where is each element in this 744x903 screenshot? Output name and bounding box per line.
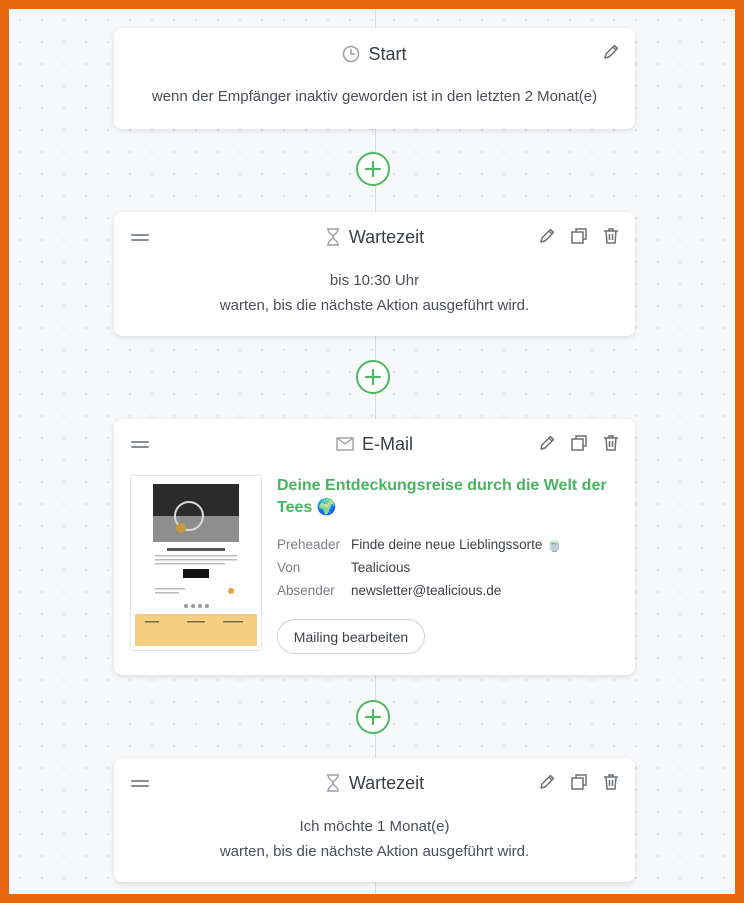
preheader-label: Preheader xyxy=(277,537,341,552)
wait-card-2-note: warten, bis die nächste Aktion ausgeführ… xyxy=(219,843,530,860)
wait-card-1[interactable]: Wartezeit bis 10:30 Uhr warten, bis die … xyxy=(114,212,635,336)
plus-icon xyxy=(364,708,382,726)
wait-card-1-actions xyxy=(537,226,621,246)
wait-card-1-title: Wartezeit xyxy=(348,226,425,247)
start-title: Start xyxy=(368,43,407,64)
start-actions xyxy=(601,42,621,62)
hourglass-icon xyxy=(325,774,341,792)
sender-row: Absender newsletter@tealicious.de xyxy=(277,583,501,598)
wait-card-2-actions xyxy=(537,772,621,792)
start-description: wenn der Empfänger inaktiv geworden ist … xyxy=(151,88,598,105)
wait-card-2-duration: Ich möchte 1 Monat(e) xyxy=(299,818,450,835)
workflow-canvas: Start wenn der Empfänger inaktiv geworde… xyxy=(0,0,744,903)
trash-icon[interactable] xyxy=(601,226,621,246)
email-subject: Deine Entdeckungsreise durch die Welt de… xyxy=(277,477,607,516)
plus-icon xyxy=(364,368,382,386)
start-card[interactable]: Start wenn der Empfänger inaktiv geworde… xyxy=(114,28,635,129)
add-step-button[interactable] xyxy=(356,700,390,734)
preheader-value: Finde deine neue Lieblingssorte 🍵 xyxy=(351,537,563,552)
edit-mailing-button[interactable]: Mailing bearbeiten xyxy=(277,619,425,654)
pencil-icon[interactable] xyxy=(537,433,557,453)
from-label: Von xyxy=(277,560,301,575)
email-card-actions xyxy=(537,433,621,453)
mail-icon xyxy=(336,437,354,451)
preheader-row: Preheader Finde deine neue Lieblingssorte… xyxy=(277,537,563,553)
sender-value: newsletter@tealicious.de xyxy=(351,583,502,598)
pencil-icon[interactable] xyxy=(601,42,621,62)
email-card-title: E-Mail xyxy=(361,433,413,454)
add-step-button[interactable] xyxy=(356,360,390,394)
duplicate-icon[interactable] xyxy=(569,226,589,246)
trash-icon[interactable] xyxy=(601,433,621,453)
wait-card-1-note: warten, bis die nächste Aktion ausgeführ… xyxy=(219,297,530,314)
plus-icon xyxy=(364,160,382,178)
email-card[interactable]: E-Mail Deine Entdeckungsreise durch die … xyxy=(114,419,635,675)
wait-card-2[interactable]: Wartezeit Ich möchte 1 Monat(e) warten, … xyxy=(114,758,635,882)
trash-icon[interactable] xyxy=(601,772,621,792)
add-step-button[interactable] xyxy=(356,152,390,186)
duplicate-icon[interactable] xyxy=(569,433,589,453)
clock-icon xyxy=(342,45,360,63)
from-value: Tealicious xyxy=(351,560,411,575)
hourglass-icon xyxy=(325,228,341,246)
sender-label: Absender xyxy=(277,583,335,598)
email-preview-image xyxy=(135,484,257,646)
wait-card-2-title: Wartezeit xyxy=(348,772,425,793)
wait-card-1-time: bis 10:30 Uhr xyxy=(329,272,420,289)
duplicate-icon[interactable] xyxy=(569,772,589,792)
email-preview-thumbnail[interactable] xyxy=(130,475,262,651)
pencil-icon[interactable] xyxy=(537,226,557,246)
start-card-header: Start xyxy=(114,41,635,67)
from-row: Von Tealicious xyxy=(277,560,410,575)
pencil-icon[interactable] xyxy=(537,772,557,792)
